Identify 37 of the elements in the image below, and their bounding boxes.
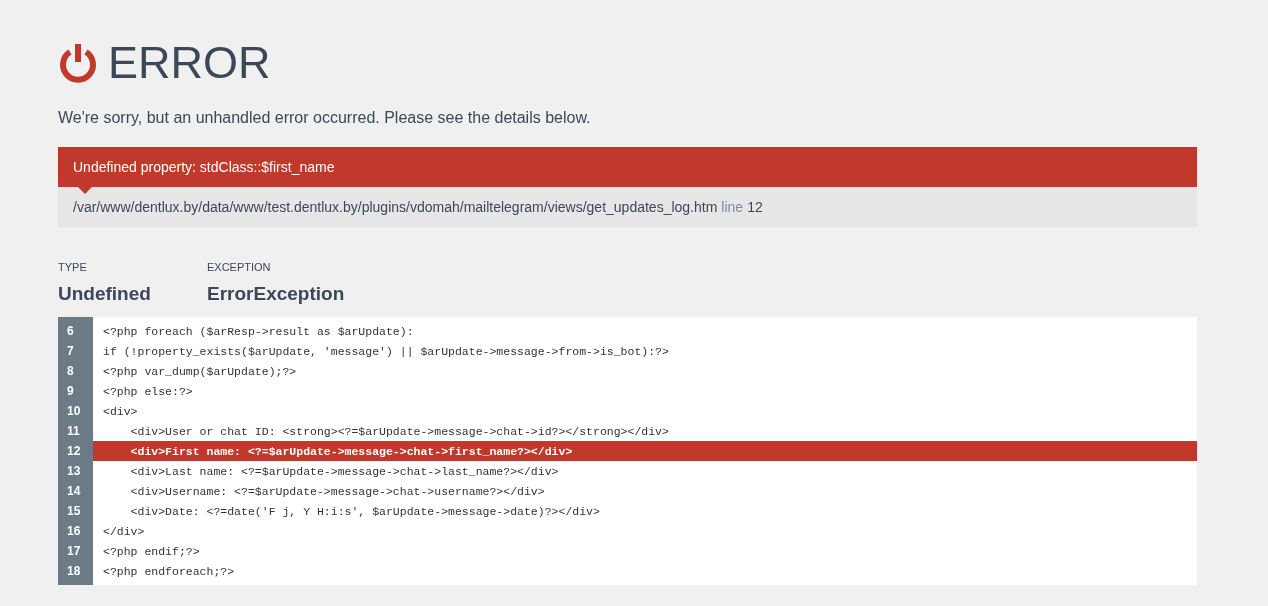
page-title: ERROR xyxy=(108,40,271,86)
code-text: <?php else:?> xyxy=(102,384,193,398)
line-number: 8 xyxy=(58,361,93,381)
detail-value: ErrorException xyxy=(207,283,345,305)
code-text: <div>Date: <?=date('F j, Y H:i:s', $arUpdate->message->date)?></div> xyxy=(129,504,600,518)
code-text: <div>First name: <?=$arUpdate->message->chat->first_name?></div> xyxy=(129,444,573,458)
line-number: 18 xyxy=(58,561,93,581)
line-number: 6 xyxy=(58,321,93,341)
code-text: </div> xyxy=(102,524,145,538)
code-text: <div>User or chat ID: <strong><?=$arUpdate->message->chat->id?></strong></div> xyxy=(129,424,669,438)
code-text: if (!property_exists($arUpdate, 'message') || $arUpdate->message->from->is_bot):?> xyxy=(102,344,669,358)
code-text: <div>Last name: <?=$arUpdate->message->chat->last_name?></div> xyxy=(129,464,559,478)
line-number: 10 xyxy=(58,401,93,421)
detail-value: Undefined xyxy=(58,283,152,305)
code-text: <?php endif;?> xyxy=(102,544,200,558)
code-text: <div>Username: <?=$arUpdate->message->chat->username?></div> xyxy=(129,484,545,498)
line-number: 16 xyxy=(58,521,93,541)
power-icon xyxy=(58,43,98,83)
line-number: 17 xyxy=(58,541,93,561)
error-message: Undefined property: stdClass::$first_name xyxy=(73,159,335,175)
line-number: 15 xyxy=(58,501,93,521)
code-text: <?php foreach ($arResp->result as $arUpdate): xyxy=(102,324,414,338)
line-number: 9 xyxy=(58,381,93,401)
code-text: <div> xyxy=(102,404,138,418)
line-number: 11 xyxy=(58,421,93,441)
code-text: <?php endforeach;?> xyxy=(102,564,235,578)
code-text: <?php var_dump($arUpdate);?> xyxy=(102,364,297,378)
detail-label: TYPE xyxy=(58,261,88,273)
detail-label: EXCEPTION xyxy=(207,261,272,273)
file-path: /var/www/dentlux.by/data/www/test.dentlux.by/plugins/vdomah/mailtelegram/views/get_updates_log.htm xyxy=(73,199,718,215)
line-number: 12 xyxy=(58,441,93,461)
line-number: 12 xyxy=(747,199,763,215)
line-number: 7 xyxy=(58,341,93,361)
line-label: line xyxy=(721,199,744,215)
error-description: We're sorry, but an unhandled error occurred. Please see the details below. xyxy=(58,108,592,128)
line-number: 13 xyxy=(58,461,93,481)
line-number: 14 xyxy=(58,481,93,501)
